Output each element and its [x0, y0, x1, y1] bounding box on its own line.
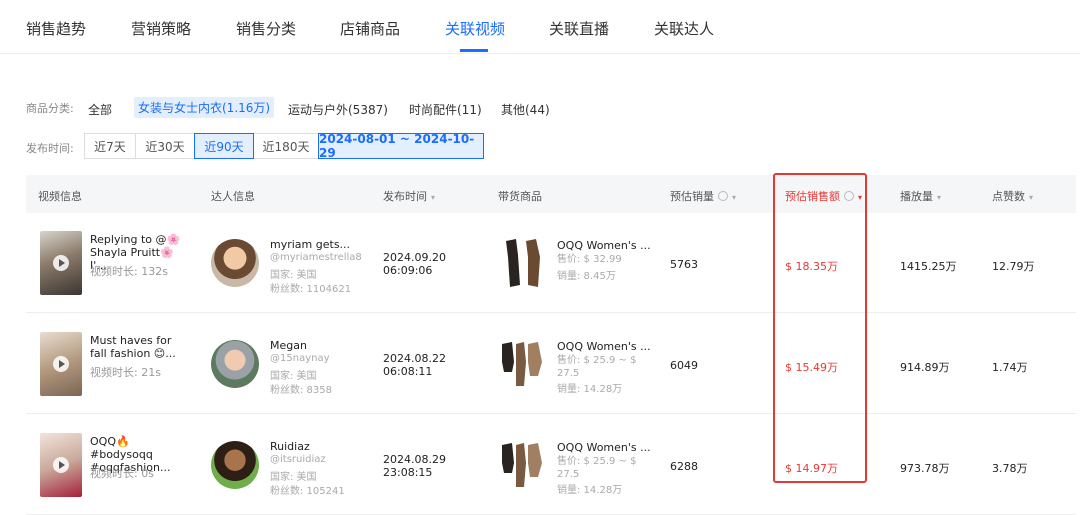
product-sales: 销量: 14.28万	[557, 485, 623, 496]
sort-icon[interactable]: ▾	[1029, 193, 1033, 202]
table-row[interactable]: Replying to @🌸 Shayla Pruitt🌸 I'... 视频时长…	[26, 213, 1076, 313]
creator-handle: @15naynay	[270, 353, 330, 364]
play-icon[interactable]	[53, 255, 69, 271]
tab-related-creators[interactable]: 关联达人	[654, 18, 714, 39]
tab-store-products[interactable]: 店铺商品	[340, 18, 400, 39]
category-chip-all[interactable]: 全部	[88, 101, 112, 118]
tab-related-videos[interactable]: 关联视频	[445, 18, 505, 39]
category-filter-label: 商品分类:	[26, 102, 74, 115]
video-duration: 视频时长: 21s	[90, 366, 161, 379]
creator-fans: 粉丝数: 1104621	[270, 284, 352, 295]
col-header-video: 视频信息	[38, 190, 82, 203]
creator-country: 国家: 美国	[270, 371, 317, 382]
est-sales: 6049	[670, 359, 698, 372]
tab-sales-category[interactable]: 销售分类	[236, 18, 296, 39]
est-sales: 6288	[670, 460, 698, 473]
info-icon	[718, 191, 728, 201]
play-count: 973.78万	[900, 462, 950, 475]
like-count: 1.74万	[992, 361, 1028, 374]
top-tab-bar: 销售趋势 营销策略 销售分类 店铺商品 关联视频 关联直播 关联达人	[0, 0, 1080, 54]
col-header-product: 带货商品	[498, 190, 542, 203]
creator-handle: @itsruidiaz	[270, 454, 326, 465]
col-header-publish-time[interactable]: 发布时间 ▾	[383, 188, 435, 204]
table-row[interactable]: Must haves for fall fashion 😊... 视频时长: 2…	[26, 314, 1076, 414]
product-image[interactable]	[498, 336, 548, 392]
avatar[interactable]	[211, 340, 259, 388]
video-thumbnail[interactable]	[40, 231, 82, 295]
video-thumbnail[interactable]	[40, 433, 82, 497]
creator-name[interactable]: Ruidiaz	[270, 440, 310, 453]
col-header-creator: 达人信息	[211, 190, 255, 203]
revenue-column-highlight	[773, 173, 867, 483]
creator-name[interactable]: myriam gets...	[270, 238, 350, 251]
product-image[interactable]	[498, 437, 548, 493]
active-tab-indicator	[460, 49, 488, 52]
sort-icon[interactable]: ▾	[937, 193, 941, 202]
time-filter-label: 发布时间:	[26, 142, 74, 155]
avatar[interactable]	[211, 441, 259, 489]
video-duration: 视频时长: 132s	[90, 265, 168, 278]
video-title[interactable]: Must haves for fall fashion 😊...	[90, 334, 190, 360]
play-count: 1415.25万	[900, 260, 957, 273]
creator-country: 国家: 美国	[270, 472, 317, 483]
creator-fans: 粉丝数: 105241	[270, 486, 345, 497]
publish-datetime: 2024.09.20 06:09:06	[383, 251, 446, 277]
product-price: 售价: $ 25.9 ~ $ 27.5	[557, 355, 637, 379]
tab-sales-trend[interactable]: 销售趋势	[26, 18, 86, 39]
category-chip-other[interactable]: 其他(44)	[501, 101, 550, 118]
publish-datetime: 2024.08.29 23:08:15	[383, 453, 446, 479]
product-image[interactable]	[498, 235, 548, 291]
col-header-plays[interactable]: 播放量 ▾	[900, 188, 941, 204]
tab-related-live[interactable]: 关联直播	[549, 18, 609, 39]
time-option-30d[interactable]: 近30天	[135, 133, 195, 159]
category-chip-sports-outdoor[interactable]: 运动与户外(5387)	[288, 101, 388, 118]
date-range-picker[interactable]: 2024-08-01 ~ 2024-10-29	[318, 132, 484, 160]
like-count: 3.78万	[992, 462, 1028, 475]
category-chip-fashion-accessories[interactable]: 时尚配件(11)	[409, 101, 482, 118]
play-icon[interactable]	[53, 457, 69, 473]
sort-icon[interactable]: ▾	[431, 193, 435, 202]
play-count: 914.89万	[900, 361, 950, 374]
product-name[interactable]: OQQ Women's ...	[557, 441, 651, 454]
product-sales: 销量: 8.45万	[557, 271, 616, 282]
creator-name[interactable]: Megan	[270, 339, 307, 352]
col-header-likes[interactable]: 点赞数 ▾	[992, 188, 1033, 204]
play-icon[interactable]	[53, 356, 69, 372]
product-name[interactable]: OQQ Women's ...	[557, 340, 651, 353]
col-header-est-sales[interactable]: 预估销量 ▾	[670, 188, 736, 204]
time-option-7d[interactable]: 近7天	[84, 133, 136, 159]
creator-fans: 粉丝数: 8358	[270, 385, 332, 396]
est-sales: 5763	[670, 258, 698, 271]
tab-marketing-strategy[interactable]: 营销策略	[131, 18, 191, 39]
product-sales: 销量: 14.28万	[557, 384, 623, 395]
sort-icon[interactable]: ▾	[732, 193, 736, 202]
product-name[interactable]: OQQ Women's ...	[557, 239, 651, 252]
avatar[interactable]	[211, 239, 259, 287]
video-thumbnail[interactable]	[40, 332, 82, 396]
time-option-180d[interactable]: 近180天	[253, 133, 319, 159]
category-chip-womens-apparel[interactable]: 女装与女士内衣(1.16万)	[134, 97, 275, 118]
like-count: 12.79万	[992, 260, 1035, 273]
table-row[interactable]: OQQ🔥#bodysoqq #oqqfashion... 视频时长: 0s Ru…	[26, 415, 1076, 515]
time-option-90d[interactable]: 近90天	[194, 133, 254, 159]
creator-handle: @myriamestrella8	[270, 252, 362, 263]
publish-datetime: 2024.08.22 06:08:11	[383, 352, 446, 378]
video-duration: 视频时长: 0s	[90, 467, 154, 480]
creator-country: 国家: 美国	[270, 270, 317, 281]
product-price: 售价: $ 32.99	[557, 254, 622, 265]
table-header: 视频信息 达人信息 发布时间 ▾ 带货商品 预估销量 ▾ 预估销售额 ▾ 播放量 ▾ 点…	[26, 175, 1076, 213]
product-price: 售价: $ 25.9 ~ $ 27.5	[557, 456, 637, 480]
